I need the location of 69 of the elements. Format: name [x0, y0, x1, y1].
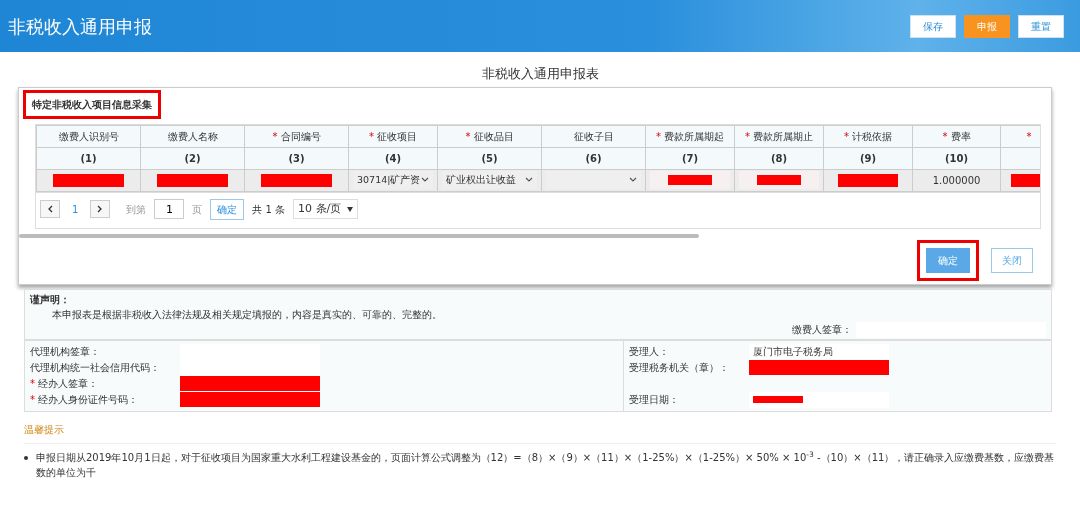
column-label: 计税依据: [852, 130, 892, 142]
goto-confirm-button[interactable]: 确定: [210, 198, 245, 220]
required-mark: *: [369, 130, 374, 142]
signature-field[interactable]: [856, 321, 1046, 338]
bullet-icon: [24, 455, 28, 460]
column-index: (9): [859, 152, 877, 164]
column-label: 缴费人识别号: [58, 130, 119, 142]
column-label: 缴费人名称: [167, 130, 218, 142]
column-label: 征收子目: [573, 130, 614, 142]
field-label: 代理机构签章：: [30, 346, 100, 357]
previous-page-button[interactable]: [40, 200, 60, 218]
tips-title: 温馨提示: [24, 423, 64, 435]
caret-down-icon: [347, 206, 354, 212]
column-label: 合同编号: [280, 130, 321, 142]
chevron-right-icon: [97, 205, 104, 213]
column-index: (7): [681, 152, 699, 164]
field-value: 厦门市电子税务局: [748, 343, 889, 360]
total-count: 共 1 条: [252, 202, 286, 217]
required-mark: *: [30, 394, 35, 405]
header-button[interactable]: 申报: [964, 14, 1010, 38]
required-mark: *: [942, 130, 948, 142]
next-page-button[interactable]: [90, 200, 111, 218]
required-mark: *: [30, 378, 35, 389]
redaction-block: [838, 174, 898, 187]
required-mark: *: [844, 130, 849, 142]
dialog-title: 特定非税收入项目信息采集: [23, 89, 161, 119]
column-label: 征收项目: [377, 130, 417, 142]
column-label: 费款所属期起: [664, 130, 724, 142]
column-index: (4): [384, 152, 402, 164]
form-title: 非税收入通用申报表: [481, 66, 599, 81]
scrollbar[interactable]: [19, 233, 699, 238]
page-number[interactable]: 1: [72, 201, 79, 217]
confirm-button[interactable]: 确定: [926, 247, 970, 273]
close-button[interactable]: 关闭: [991, 247, 1033, 273]
column-index: (1): [80, 152, 97, 164]
page-input[interactable]: 1: [154, 199, 185, 219]
column-index: (3): [288, 152, 305, 164]
redaction-block: [1011, 174, 1040, 187]
required-mark: *: [465, 130, 471, 142]
page-unit-label: 页: [192, 202, 203, 217]
field-label: 经办人签章：: [38, 378, 98, 389]
column-index: (10): [944, 152, 969, 164]
signature-label: 缴费人签章：: [792, 323, 852, 337]
field-label: 代理机构统一社会信用代码：: [30, 362, 160, 373]
field-label: 受理税务机关（章）：: [628, 362, 729, 373]
field-label: 经办人身份证件号码：: [38, 394, 138, 405]
required-mark: *: [656, 130, 661, 142]
field-label: 受理人：: [628, 346, 669, 357]
chevron-left-icon: [47, 205, 53, 213]
declaration-text: 本申报表是根据非税收入法律法规及相关规定填报的，内容是真实的、可靠的、完整的。: [51, 307, 443, 322]
required-mark: *: [745, 130, 750, 142]
column-label: 费款所属期止: [753, 130, 813, 142]
goto-label: 到第: [126, 202, 147, 217]
column-label: 费率: [950, 130, 971, 142]
column-index: (2): [184, 152, 201, 164]
required-mark: *: [1026, 130, 1032, 142]
column-index: (6): [585, 152, 602, 164]
column-index: (8): [770, 152, 788, 164]
declaration-heading: 谨声明：: [30, 292, 71, 307]
table-cell: 1.000000: [932, 174, 981, 186]
header-button[interactable]: 重置: [1018, 14, 1064, 38]
field-label: 受理日期：: [628, 394, 679, 405]
page-size-select[interactable]: 10 条/页: [293, 198, 359, 220]
tip-text: 申报日期从2019年10月1日起，对于征收项目为国家重大水利工程建设基金的，页面计算公式调整为（12）=（8）×（9）×（11）×（1-25%）×（1-25%）× 50% × 10$^{-3}$ -（10）×（11），请正确录入应缴费基数，应缴费基数的单位为千: [36, 449, 1056, 480]
column-index: (5): [481, 152, 498, 164]
header-button[interactable]: 保存: [910, 14, 956, 38]
required-mark: *: [272, 130, 278, 142]
page-title: 非税收入通用申报: [8, 14, 152, 39]
column-label: 征收品目: [473, 130, 514, 142]
